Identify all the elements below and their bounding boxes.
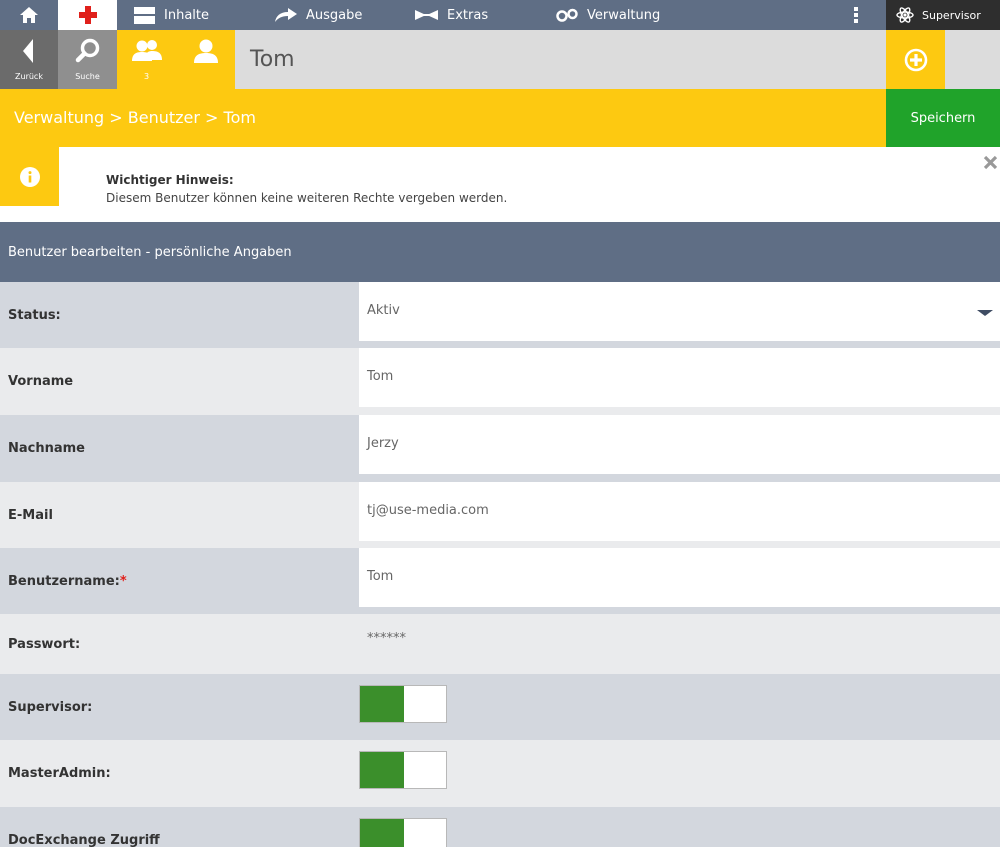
layout-icon <box>134 6 155 24</box>
users-group-icon <box>131 40 162 61</box>
home-icon <box>20 7 38 23</box>
username-label-text: Benutzername: <box>8 574 120 589</box>
user-icon <box>193 39 218 63</box>
username-label: Benutzername:* <box>8 574 127 589</box>
notice-box: Wichtiger Hinweis: Diesem Benutzer könne… <box>0 147 1000 222</box>
status-value: Aktiv <box>367 303 400 318</box>
nav-ausgabe[interactable]: Ausgabe <box>275 0 362 30</box>
toggle-on-fill <box>360 752 404 788</box>
supervisor-row: Supervisor: <box>0 674 1000 740</box>
status-select[interactable]: Aktiv <box>359 282 1000 341</box>
docexchange-toggle[interactable] <box>359 818 447 847</box>
nav-verwaltung-label: Verwaltung <box>587 7 661 23</box>
info-icon <box>19 166 40 187</box>
current-user-button[interactable] <box>176 30 235 92</box>
save-button[interactable]: Speichern <box>886 89 1000 147</box>
nachname-value: Jerzy <box>367 436 399 451</box>
nav-ausgabe-label: Ausgabe <box>306 7 363 23</box>
page-title: Tom <box>250 47 295 72</box>
back-button[interactable]: Zurück <box>0 30 58 89</box>
status-label: Status: <box>8 308 61 323</box>
notice-text: Diesem Benutzer können keine weiteren Re… <box>106 191 508 205</box>
supervisor-toggle[interactable] <box>359 685 447 723</box>
docexchange-label: DocExchange Zugriff <box>8 833 160 847</box>
plus-circle-icon <box>904 48 927 71</box>
home-button[interactable] <box>0 0 58 30</box>
toolbar: Zurück Suche 3 Tom <box>0 30 1000 92</box>
chevron-left-icon <box>23 39 33 63</box>
users-count: 3 <box>143 72 150 81</box>
vertical-dots-icon <box>854 7 858 23</box>
notice-icon-box <box>0 147 59 206</box>
close-notice-button[interactable] <box>980 152 1000 172</box>
username-input[interactable]: Tom <box>359 548 1000 607</box>
search-button[interactable]: Suche <box>58 30 117 89</box>
share-arrow-icon <box>275 8 297 22</box>
password-value[interactable]: ****** <box>367 631 406 646</box>
add-button[interactable] <box>886 30 945 89</box>
email-input[interactable]: tj@use-media.com <box>359 482 1000 541</box>
vorname-row: Vorname Tom <box>0 348 1000 415</box>
top-nav: Inhalte Ausgabe Extras Verwaltung Superv… <box>0 0 1000 30</box>
nachname-row: Nachname Jerzy <box>0 415 1000 482</box>
supervisor-label: Supervisor <box>922 8 981 22</box>
required-mark: * <box>119 574 127 589</box>
masteradmin-label: MasterAdmin: <box>8 766 111 781</box>
nav-inhalte-label: Inhalte <box>164 7 209 23</box>
nav-verwaltung[interactable]: Verwaltung <box>556 0 660 30</box>
add-content-button[interactable] <box>58 0 117 30</box>
breadcrumb: Verwaltung > Benutzer > Tom <box>14 108 256 127</box>
toggle-on-fill <box>360 819 404 847</box>
close-icon <box>983 155 997 169</box>
nachname-label: Nachname <box>8 441 86 456</box>
nav-extras[interactable]: Extras <box>415 0 488 30</box>
dropdown-arrow-icon <box>977 310 993 316</box>
more-menu-button[interactable] <box>848 0 864 30</box>
vorname-label: Vorname <box>8 374 74 389</box>
gears-icon <box>556 8 578 22</box>
masteradmin-toggle[interactable] <box>359 751 447 789</box>
password-label: Passwort: <box>8 637 81 652</box>
email-value: tj@use-media.com <box>367 503 489 518</box>
vorname-value: Tom <box>367 369 394 384</box>
section-header: Benutzer bearbeiten - persönliche Angabe… <box>0 222 1000 282</box>
status-row: Status: Aktiv <box>0 282 1000 348</box>
nav-extras-label: Extras <box>447 7 489 23</box>
docexchange-row: DocExchange Zugriff <box>0 807 1000 847</box>
nav-inhalte[interactable]: Inhalte <box>134 0 209 30</box>
extras-icon <box>415 10 438 20</box>
supervisor-badge[interactable]: Supervisor <box>886 0 1000 30</box>
username-value: Tom <box>367 569 394 584</box>
users-button[interactable]: 3 <box>117 30 176 89</box>
atom-icon <box>896 7 914 23</box>
toggle-on-fill <box>360 686 404 722</box>
notice-title: Wichtiger Hinweis: <box>106 173 234 187</box>
search-icon <box>75 38 99 63</box>
back-label: Zurück <box>15 72 43 81</box>
masteradmin-row: MasterAdmin: <box>0 740 1000 807</box>
username-row: Benutzername:* Tom <box>0 548 1000 614</box>
password-row: Passwort: ****** <box>0 614 1000 674</box>
nachname-input[interactable]: Jerzy <box>359 415 1000 474</box>
vorname-input[interactable]: Tom <box>359 348 1000 407</box>
email-row: E-Mail tj@use-media.com <box>0 482 1000 548</box>
supervisor-field-label: Supervisor: <box>8 700 93 715</box>
email-label: E-Mail <box>8 508 53 523</box>
search-label: Suche <box>75 72 100 81</box>
breadcrumb-bar: Verwaltung > Benutzer > Tom <box>0 89 1000 147</box>
red-cross-icon <box>78 6 97 24</box>
